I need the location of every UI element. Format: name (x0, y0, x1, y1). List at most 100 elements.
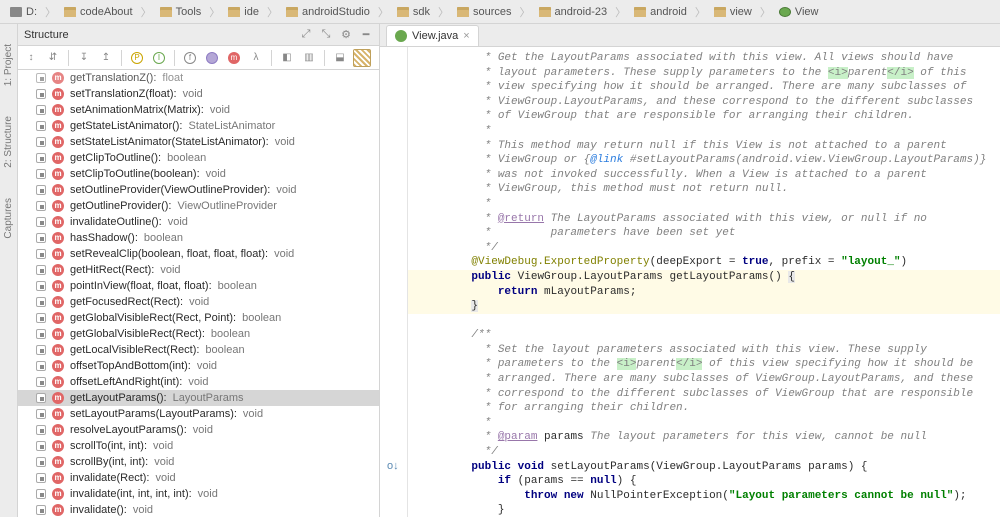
method-icon: m (52, 120, 64, 132)
side-tab[interactable]: 1: Project (3, 44, 14, 86)
chevron-right-icon: 〉 (693, 4, 708, 20)
tree-method-row[interactable]: mhasShadow(): boolean (18, 230, 379, 246)
tree-method-row[interactable]: moffsetLeftAndRight(int): void (18, 374, 379, 390)
code-line (408, 314, 1000, 329)
method-name: getGlobalVisibleRect(Rect, Point): (70, 312, 236, 324)
close-icon[interactable]: × (463, 30, 469, 42)
toolbar-button[interactable]: I (150, 49, 168, 67)
tree-method-row[interactable]: msetClipToOutline(boolean): void (18, 166, 379, 182)
tree-method-row[interactable]: minvalidate(Rect): void (18, 470, 379, 486)
breadcrumb-item[interactable]: android-23 (533, 6, 614, 18)
toolbar-button[interactable]: ↧ (75, 49, 93, 67)
tree-method-row[interactable]: mgetGlobalVisibleRect(Rect, Point): bool… (18, 310, 379, 326)
class-icon (779, 7, 791, 17)
method-icon: m (52, 280, 64, 292)
toolbar-button[interactable]: ⇵ (44, 49, 62, 67)
tree-method-row[interactable]: mpointInView(float, float, float): boole… (18, 278, 379, 294)
collapse-icon[interactable]: ⤢ (299, 28, 313, 42)
tree-method-row[interactable]: mgetTranslationZ(): float (18, 70, 379, 86)
tree-method-row[interactable]: msetTranslationZ(float): void (18, 86, 379, 102)
tree-method-row[interactable]: mscrollBy(int, int): void (18, 454, 379, 470)
method-return: void (206, 168, 226, 180)
toolbar-button[interactable]: ▥ (300, 49, 318, 67)
tree-method-row[interactable]: mresolveLayoutParams(): void (18, 422, 379, 438)
tree-method-row[interactable]: minvalidateOutline(): void (18, 214, 379, 230)
breadcrumb-item[interactable]: view (708, 6, 758, 18)
breadcrumb-label: View (795, 6, 819, 18)
structure-panel: Structure ⤢ ⤡ ⚙ ━ ↕⇵↧↥PIfmλ◧▥⬓ mgetTrans… (18, 24, 380, 517)
method-return: void (210, 104, 230, 116)
method-return: void (155, 472, 175, 484)
breadcrumb-item[interactable]: codeAbout (58, 6, 139, 18)
breadcrumb-item[interactable]: sources (451, 6, 518, 18)
tree-method-row[interactable]: mgetStateListAnimator(): StateListAnimat… (18, 118, 379, 134)
pin-icon[interactable]: ⤡ (319, 28, 333, 42)
breadcrumb-item[interactable]: Tools (154, 6, 208, 18)
tree-method-row[interactable]: minvalidate(): void (18, 502, 379, 517)
code-line: * This method may return null if this Vi… (408, 139, 1000, 154)
editor-tab-view[interactable]: View.java × (386, 25, 479, 46)
breadcrumb-label: ide (244, 6, 259, 18)
breadcrumb-item[interactable]: android (628, 6, 693, 18)
breadcrumb-item[interactable]: D: (4, 6, 43, 18)
breadcrumb-item[interactable]: ide (222, 6, 265, 18)
toolbar-button[interactable]: ◧ (278, 49, 296, 67)
gutter-mark-icon (36, 217, 46, 227)
method-name: getOutlineProvider(): (70, 200, 172, 212)
chevron-right-icon: 〉 (613, 4, 628, 20)
hide-icon[interactable]: ━ (359, 28, 373, 42)
gutter-mark-icon (36, 505, 46, 515)
folder-icon (539, 7, 551, 17)
breadcrumb-label: Tools (176, 6, 202, 18)
toolbar-button[interactable]: m (225, 49, 243, 67)
tree-method-row[interactable]: mgetOutlineProvider(): ViewOutlineProvid… (18, 198, 379, 214)
gutter-mark-icon (36, 329, 46, 339)
breadcrumb-label: sources (473, 6, 512, 18)
toolbar-button[interactable]: ↥ (97, 49, 115, 67)
method-icon: m (52, 200, 64, 212)
tree-method-row[interactable]: mgetClipToOutline(): boolean (18, 150, 379, 166)
side-tab[interactable]: Captures (3, 198, 14, 239)
override-icon[interactable]: o↓ (387, 460, 399, 472)
tree-method-row[interactable]: msetLayoutParams(LayoutParams): void (18, 406, 379, 422)
toolbar-button[interactable]: ↕ (22, 49, 40, 67)
method-name: getFocusedRect(Rect): (70, 296, 183, 308)
code-line: return mLayoutParams; (408, 285, 1000, 300)
breadcrumb-item[interactable]: View (773, 6, 825, 18)
chevron-right-icon: 〉 (436, 4, 451, 20)
breadcrumb-item[interactable]: sdk (391, 6, 436, 18)
breadcrumb-label: androidStudio (302, 6, 370, 18)
toolbar-button[interactable] (203, 49, 221, 67)
toolbar-button[interactable]: ⬓ (331, 49, 349, 67)
tree-method-row[interactable]: msetAnimationMatrix(Matrix): void (18, 102, 379, 118)
method-return: boolean (205, 344, 244, 356)
method-return: StateListAnimator (189, 120, 276, 132)
tree-method-row[interactable]: mgetFocusedRect(Rect): void (18, 294, 379, 310)
method-name: setRevealClip(boolean, float, float, flo… (70, 248, 268, 260)
side-tab[interactable]: 2: Structure (3, 116, 14, 168)
code-view[interactable]: * Get the LayoutParams associated with t… (408, 47, 1000, 517)
tree-method-row[interactable]: mgetGlobalVisibleRect(Rect): boolean (18, 326, 379, 342)
breadcrumb-item[interactable]: androidStudio (280, 6, 376, 18)
drive-icon (10, 7, 22, 17)
tree-method-row[interactable]: mscrollTo(int, int): void (18, 438, 379, 454)
method-icon: m (52, 488, 64, 500)
method-icon: m (52, 472, 64, 484)
editor-tab-label: View.java (412, 30, 458, 42)
code-line: * parameters to the <i>parent</i> of thi… (408, 357, 1000, 372)
tree-method-row[interactable]: minvalidate(int, int, int, int): void (18, 486, 379, 502)
tree-method-row[interactable]: mgetLayoutParams(): LayoutParams (18, 390, 379, 406)
tree-method-row[interactable]: msetStateListAnimator(StateListAnimator)… (18, 134, 379, 150)
gear-icon[interactable]: ⚙ (339, 28, 353, 42)
toolbar-button[interactable]: f (181, 49, 199, 67)
toolbar-button[interactable]: λ (247, 49, 265, 67)
toolbar-button[interactable]: P (128, 49, 146, 67)
tree-method-row[interactable]: mgetHitRect(Rect): void (18, 262, 379, 278)
tree-method-row[interactable]: msetOutlineProvider(ViewOutlineProvider)… (18, 182, 379, 198)
structure-tree[interactable]: mgetTranslationZ(): floatmsetTranslation… (18, 70, 379, 517)
tree-method-row[interactable]: msetRevealClip(boolean, float, float, fl… (18, 246, 379, 262)
tree-method-row[interactable]: mgetLocalVisibleRect(Rect): boolean (18, 342, 379, 358)
gutter-mark-icon (36, 393, 46, 403)
toolbar-button[interactable] (353, 49, 371, 67)
tree-method-row[interactable]: moffsetTopAndBottom(int): void (18, 358, 379, 374)
